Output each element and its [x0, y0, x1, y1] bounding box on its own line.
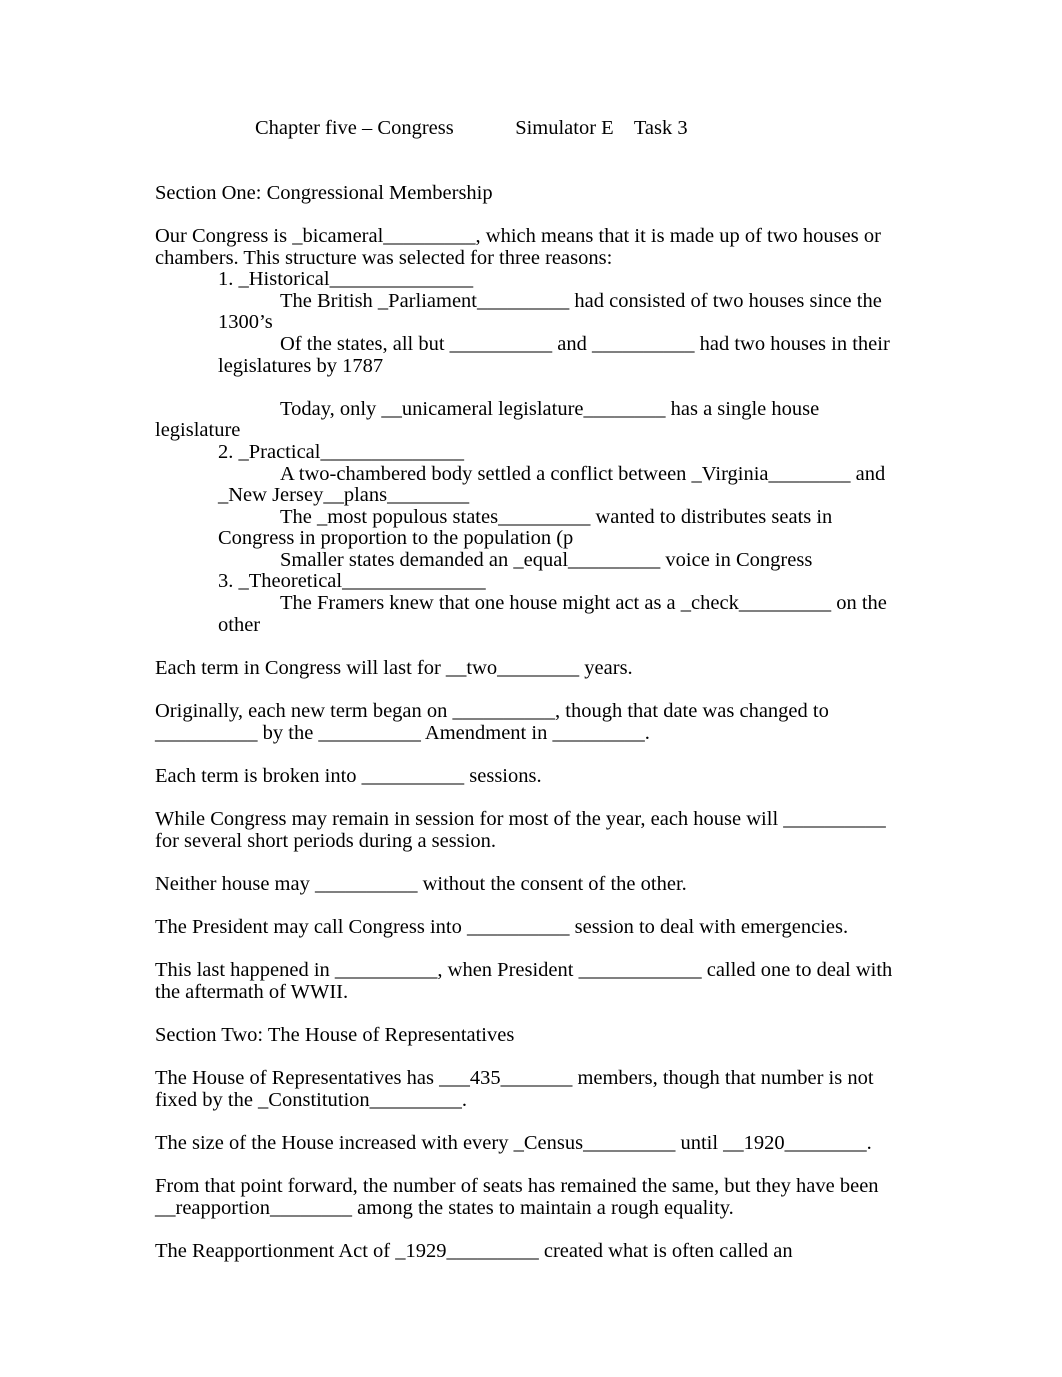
document-title: Chapter five – Congress Simulator E Task… [255, 117, 688, 139]
reason-bullet: The _most populous states_________ wante… [218, 505, 902, 550]
document-content: Chapter five – Congress Simulator E Task… [155, 117, 902, 1262]
reason-number: 3. _Theoretical______________ [218, 570, 486, 593]
reason-bullet-wrapper: Today, only __unicameral legislature____… [155, 397, 902, 442]
reason-bullet: The Framers knew that one house might ac… [218, 592, 902, 636]
reason-bullet: Today, only __unicameral legislature____… [155, 397, 902, 442]
body-paragraph: The President may call Congress into ___… [155, 915, 849, 938]
reason-bullet-text: The British _Parliament_________ had con… [218, 289, 882, 334]
reason-number: 1. _Historical______________ [218, 268, 474, 291]
reason-bullet: A two-chambered body settled a conflict … [218, 462, 902, 507]
reason-bullet-text: The Framers knew that one house might ac… [218, 592, 887, 636]
reason-item: 2. _Practical______________ A two-chambe… [155, 440, 902, 572]
reason-bullet-text: The _most populous states_________ wante… [218, 505, 833, 550]
reason-item: 3. _Theoretical______________ The Framer… [155, 571, 902, 636]
body-paragraph: Each term in Congress will last for __tw… [155, 656, 633, 679]
reason-bullet-text: Smaller states demanded an _equal_______… [280, 548, 813, 571]
reason-bullet-text: A two-chambered body settled a conflict … [218, 462, 886, 507]
reason-item: 1. _Historical______________ The British… [155, 269, 902, 377]
reason-bullet-text: Of the states, all but __________ and __… [218, 332, 890, 377]
intro-paragraph: Our Congress is _bicameral_________, whi… [155, 224, 881, 269]
body-paragraph: Each term is broken into __________ sess… [155, 764, 542, 787]
reason-number: 2. _Practical______________ [218, 440, 464, 463]
body-paragraph: The House of Representatives has ___435_… [155, 1067, 874, 1111]
reason-bullet: The British _Parliament_________ had con… [218, 289, 902, 334]
body-paragraph: From that point forward, the number of s… [155, 1175, 879, 1219]
section-two-heading: Section Two: The House of Representative… [155, 1023, 515, 1046]
body-paragraph: This last happened in __________, when P… [155, 959, 893, 1003]
body-paragraph: Originally, each new term began on _____… [155, 700, 829, 744]
body-paragraph: The size of the House increased with eve… [155, 1131, 872, 1154]
body-paragraph: While Congress may remain in session for… [155, 808, 886, 852]
reason-bullet-text: Today, only __unicameral legislature____… [155, 397, 820, 442]
reason-bullet: Of the states, all but __________ and __… [218, 332, 902, 377]
body-paragraph: The Reapportionment Act of _1929________… [155, 1239, 793, 1262]
section-one-heading: Section One: Congressional Membership [155, 181, 493, 204]
reason-bullet: Smaller states demanded an _equal_______… [218, 548, 902, 572]
document-page: Chapter five – Congress Simulator E Task… [0, 0, 1062, 1377]
body-paragraph: Neither house may __________ without the… [155, 872, 687, 895]
